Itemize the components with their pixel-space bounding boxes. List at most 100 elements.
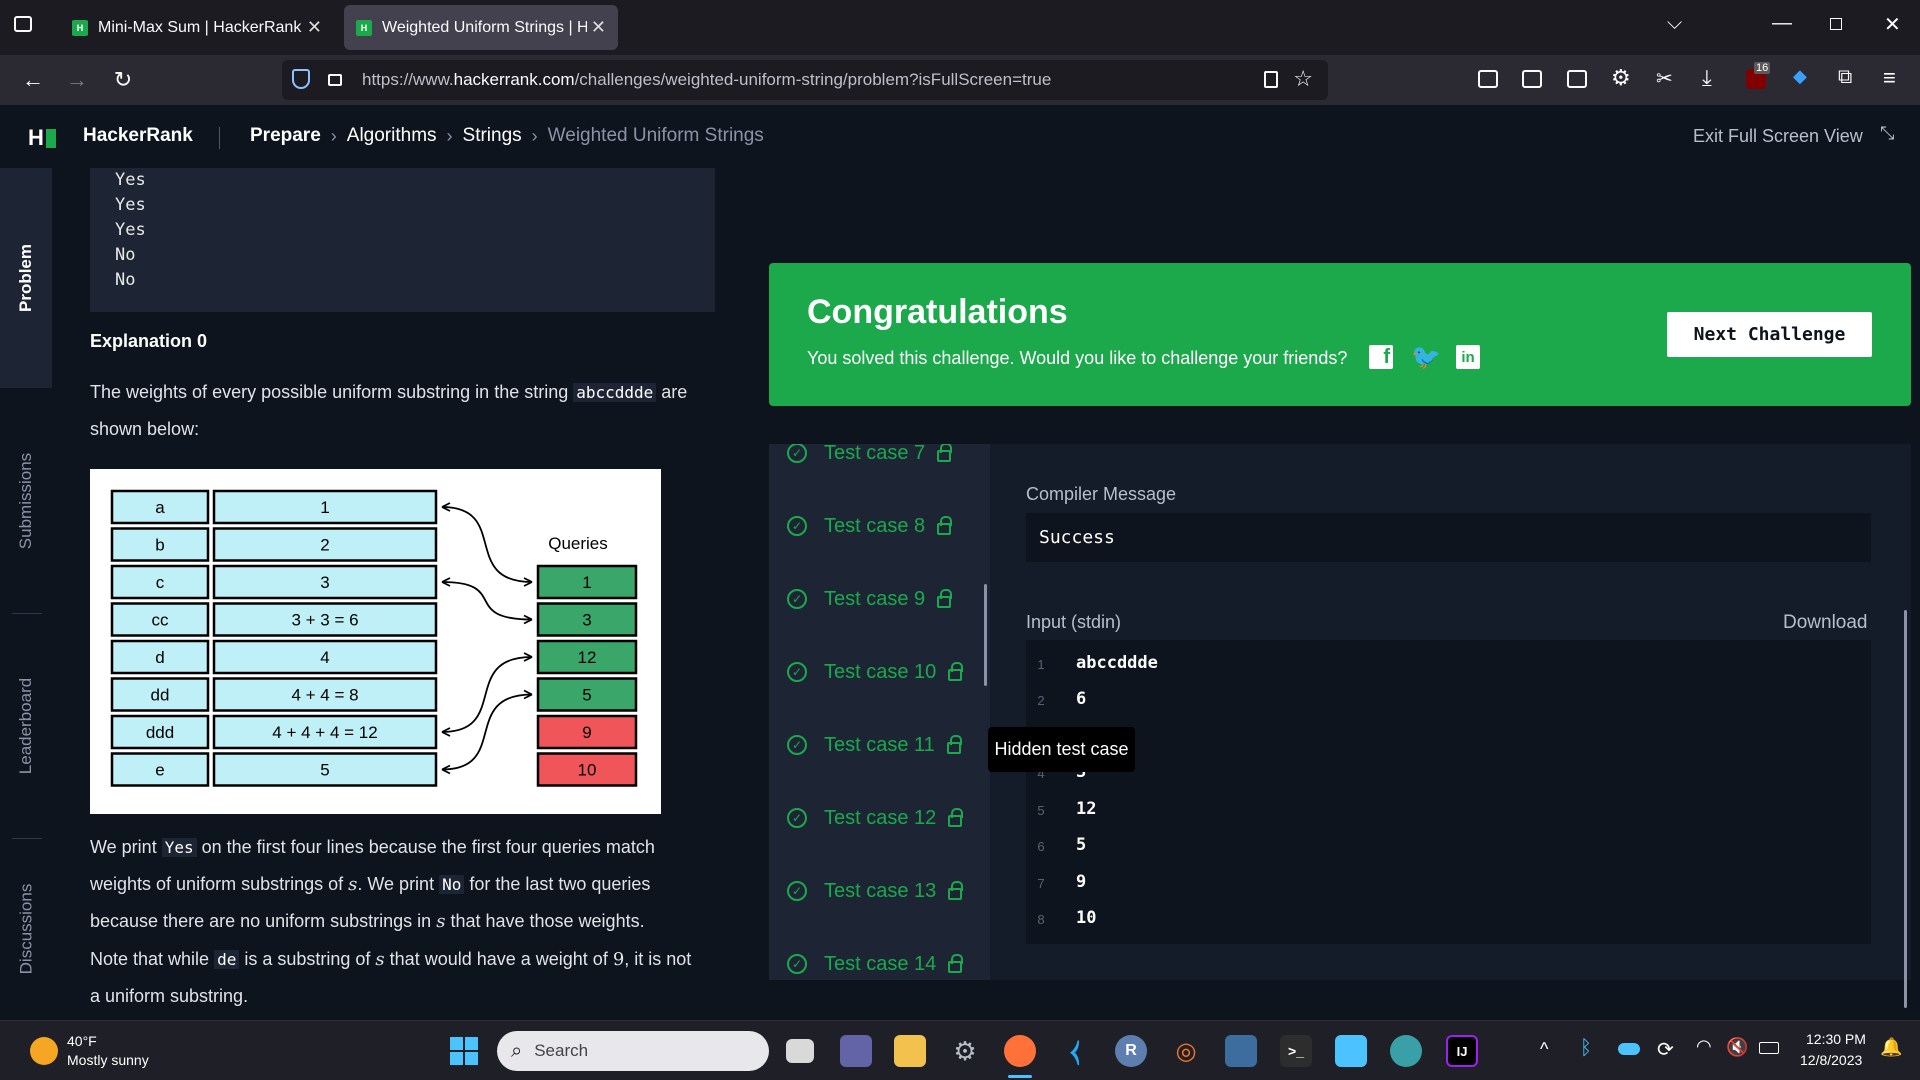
breadcrumb-algorithms[interactable]: Algorithms	[347, 125, 437, 147]
diagram-arrow	[441, 581, 533, 621]
battery-icon[interactable]	[1759, 1042, 1779, 1054]
extension-icon[interactable]	[1522, 70, 1542, 88]
task-view-icon[interactable]	[786, 1039, 814, 1063]
weather-temp[interactable]: 40°F	[67, 1033, 97, 1049]
restore-icon[interactable]	[1830, 18, 1842, 30]
search-icon: ⌕	[511, 1039, 523, 1062]
tray-chevron-up-icon[interactable]: ^	[1540, 1039, 1548, 1060]
url-domain: hackerrank.com	[453, 70, 575, 89]
twitter-icon[interactable]: 🐦	[1411, 343, 1441, 372]
firefox-icon[interactable]	[1004, 1035, 1036, 1067]
container-icon[interactable]	[1567, 70, 1587, 88]
extensions-puzzle-icon[interactable]: ⧉	[1838, 66, 1852, 89]
test-case-item[interactable]: ✓ Test case 7	[787, 444, 953, 468]
notepad-icon[interactable]	[1335, 1035, 1367, 1067]
download-link[interactable]: Download	[1783, 612, 1868, 634]
exit-fullscreen-link[interactable]: Exit Full Screen View	[1693, 126, 1863, 147]
breadcrumb-strings[interactable]: Strings	[463, 125, 522, 147]
lock-icon	[937, 516, 953, 535]
bluetooth-icon[interactable]: ᛒ	[1580, 1037, 1592, 1060]
breadcrumb-current: Weighted Uniform Strings	[547, 125, 764, 146]
brand-name[interactable]: HackerRank	[83, 125, 193, 147]
diagram-query-label: 12	[578, 648, 597, 667]
weather-desc[interactable]: Mostly sunny	[67, 1052, 149, 1068]
line-number: 6	[1037, 839, 1045, 854]
test-case-item[interactable]: ✓ Test case 14	[787, 949, 964, 979]
gem-icon[interactable]: ◆	[1793, 66, 1807, 87]
jupyter-icon[interactable]: ◎	[1170, 1035, 1202, 1067]
line-number: 2	[1037, 693, 1045, 708]
line-number: 5	[1037, 803, 1045, 818]
settings-gear-icon[interactable]: ⚙	[949, 1035, 981, 1067]
chat-icon[interactable]	[840, 1035, 872, 1067]
test-case-item[interactable]: ✓ Test case 10	[787, 657, 964, 687]
test-case-item[interactable]: ✓ Test case 9	[787, 584, 953, 614]
tab-title: Weighted Uniform Strings | Hac	[382, 18, 587, 36]
onedrive-icon[interactable]	[1618, 1043, 1640, 1055]
test-case-item[interactable]: ✓ Test case 13	[787, 876, 964, 906]
vscode-icon[interactable]: ⧼	[1059, 1035, 1091, 1067]
lock-icon[interactable]	[328, 74, 342, 86]
rail-tab-leaderboard[interactable]: Leaderboard	[0, 613, 52, 838]
check-circle-icon: ✓	[787, 589, 807, 609]
reload-icon[interactable]: ↻	[108, 65, 138, 95]
menu-icon[interactable]: ≡	[1883, 65, 1896, 91]
facebook-icon[interactable]: f	[1369, 345, 1393, 369]
rail-tab-problem[interactable]: Problem	[0, 168, 52, 388]
diagram-key-label: b	[155, 536, 164, 555]
url-path: /challenges/weighted-uniform-string/prob…	[574, 70, 1052, 89]
settings-gear-icon[interactable]: ⚙	[1611, 65, 1631, 91]
next-challenge-button[interactable]: Next Challenge	[1667, 312, 1872, 357]
shield-icon[interactable]	[292, 69, 310, 89]
input-line: abccddde	[1076, 653, 1158, 673]
close-icon[interactable]: ✕	[307, 17, 322, 38]
diagram-value-label: 5	[320, 761, 329, 780]
terminal-icon[interactable]: >_	[1280, 1035, 1312, 1067]
weather-sun-icon[interactable]	[30, 1037, 58, 1065]
reader-view-icon[interactable]	[1264, 71, 1278, 88]
test-case-item[interactable]: ✓ Test case 12	[787, 803, 964, 833]
file-explorer-icon[interactable]	[894, 1035, 926, 1067]
hackerrank-logo[interactable]: H	[28, 125, 56, 151]
output-line: Yes	[115, 220, 146, 240]
test-case-item[interactable]: ✓ Test case 8	[787, 511, 953, 541]
clock-time[interactable]: 12:30 PM	[1806, 1031, 1866, 1047]
volume-muted-icon[interactable]: 🔇	[1726, 1037, 1748, 1058]
results-scrollbar[interactable]	[1904, 610, 1907, 1008]
linkedin-icon[interactable]: in	[1456, 345, 1480, 369]
intellij-icon[interactable]: IJ	[1446, 1035, 1478, 1067]
windows-start-icon[interactable]	[450, 1037, 478, 1065]
left-rail: Problem Submissions Leaderboard Discussi…	[0, 168, 52, 1020]
test-list-scrollbar[interactable]	[984, 584, 987, 686]
test-case-item[interactable]: ✓ Test case 11	[787, 730, 962, 760]
r-icon[interactable]: R	[1115, 1035, 1147, 1067]
forward-arrow-icon[interactable]: →	[62, 65, 92, 95]
tab-weighted-uniform-strings[interactable]: H Weighted Uniform Strings | Hac ✕	[344, 5, 618, 50]
diagram-value-label: 4 + 4 + 4 = 12	[272, 723, 377, 742]
tab-list-icon[interactable]	[14, 16, 32, 32]
url-bar[interactable]: https://www. hackerrank.com/challenges/we…	[282, 60, 1328, 100]
collapse-icon[interactable]: ⤡	[1880, 123, 1894, 144]
browser-globe-icon[interactable]	[1390, 1035, 1422, 1067]
mysql-workbench-icon[interactable]	[1225, 1035, 1257, 1067]
close-icon[interactable]: ✕	[591, 17, 606, 38]
taskbar-search[interactable]: ⌕ Search	[497, 1031, 769, 1071]
sync-icon[interactable]: ⟳	[1657, 1037, 1674, 1062]
screenshot-icon[interactable]: ✂	[1656, 66, 1673, 91]
tab-mini-max-sum[interactable]: H Mini-Max Sum | HackerRank ✕	[60, 5, 334, 50]
sidebar-icon[interactable]	[1478, 70, 1498, 88]
clock-date[interactable]: 12/8/2023	[1800, 1052, 1862, 1068]
diagram-arrow	[441, 693, 533, 771]
minimize-icon[interactable]: —	[1772, 12, 1792, 35]
tab-overflow-chevron-icon[interactable]: ⌵	[1667, 12, 1682, 35]
notification-bell-icon[interactable]: 🔔	[1880, 1037, 1902, 1058]
breadcrumb-prepare[interactable]: Prepare	[250, 125, 321, 147]
lock-icon	[948, 881, 964, 900]
download-icon[interactable]: ⤓	[1702, 65, 1712, 91]
rail-tab-submissions[interactable]: Submissions	[0, 388, 52, 613]
rail-tab-discussions[interactable]: Discussions	[0, 838, 52, 1020]
wifi-icon[interactable]: ◠	[1696, 1036, 1712, 1057]
window-close-icon[interactable]: ✕	[1884, 12, 1901, 37]
back-arrow-icon[interactable]: ←	[18, 65, 48, 95]
bookmark-star-icon[interactable]: ☆	[1293, 66, 1313, 92]
